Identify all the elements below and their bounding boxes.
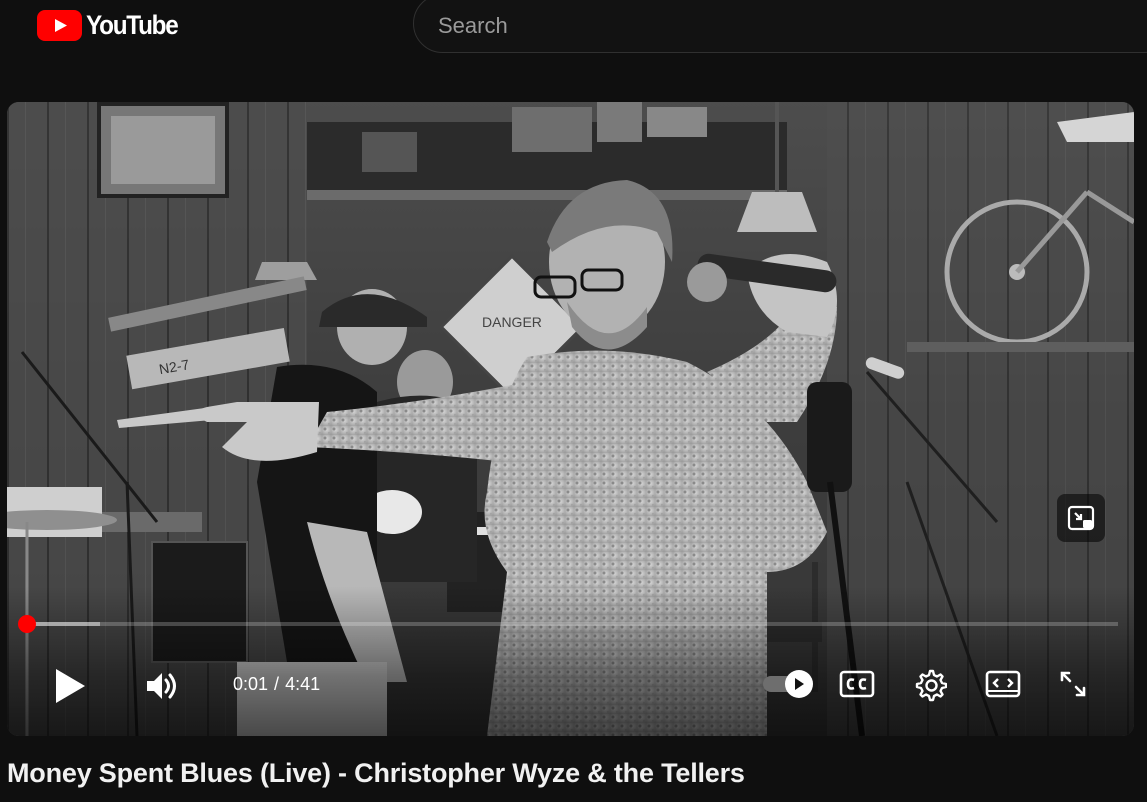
play-button[interactable]: [45, 662, 93, 710]
search-input[interactable]: [438, 11, 1038, 41]
cc-icon: [839, 670, 875, 698]
volume-icon: [147, 673, 176, 699]
subtitles-button[interactable]: [837, 666, 877, 702]
autoplay-toggle-icon: [795, 678, 804, 690]
progress-bar[interactable]: [17, 615, 1118, 633]
player-controls: 0:01 / 4:41: [7, 650, 1134, 720]
gear-icon: [915, 669, 947, 702]
miniplayer-icon: [1067, 505, 1095, 531]
theater-mode-button[interactable]: [983, 666, 1023, 702]
duration: 4:41: [285, 673, 321, 694]
search-box[interactable]: [413, 0, 1147, 53]
logo-wordmark: YouTube: [86, 9, 179, 40]
video-title: Money Spent Blues (Live) - Christopher W…: [7, 758, 745, 788]
progress-track: [23, 622, 1118, 626]
youtube-play-logo-icon: [37, 9, 82, 41]
youtube-logo[interactable]: YouTube: [37, 8, 188, 42]
time-display: 0:01 / 4:41: [233, 672, 320, 696]
sign-danger: DANGER: [482, 314, 542, 330]
video-player[interactable]: N2-7 DANGER 0:01 / 4:41: [7, 102, 1134, 736]
miniplayer-button[interactable]: [1057, 494, 1105, 542]
fullscreen-icon: [1060, 671, 1086, 697]
current-time: 0:01: [233, 673, 269, 694]
masthead: YouTube: [0, 0, 1147, 56]
video-frame[interactable]: N2-7 DANGER: [7, 102, 1134, 736]
volume-button[interactable]: [141, 666, 183, 706]
settings-button[interactable]: [911, 666, 949, 704]
autoplay-knob: [785, 670, 813, 698]
play-icon: [56, 669, 85, 703]
time-separator: /: [274, 673, 280, 694]
youtube-watch-page: YouTube Search N2-7 DANGER 0:01 / 4:41 M…: [0, 0, 1147, 802]
progress-scrubber[interactable]: [17, 615, 36, 633]
theater-icon: [985, 670, 1021, 698]
autoplay-toggle[interactable]: [763, 670, 815, 698]
fullscreen-button[interactable]: [1055, 666, 1091, 702]
